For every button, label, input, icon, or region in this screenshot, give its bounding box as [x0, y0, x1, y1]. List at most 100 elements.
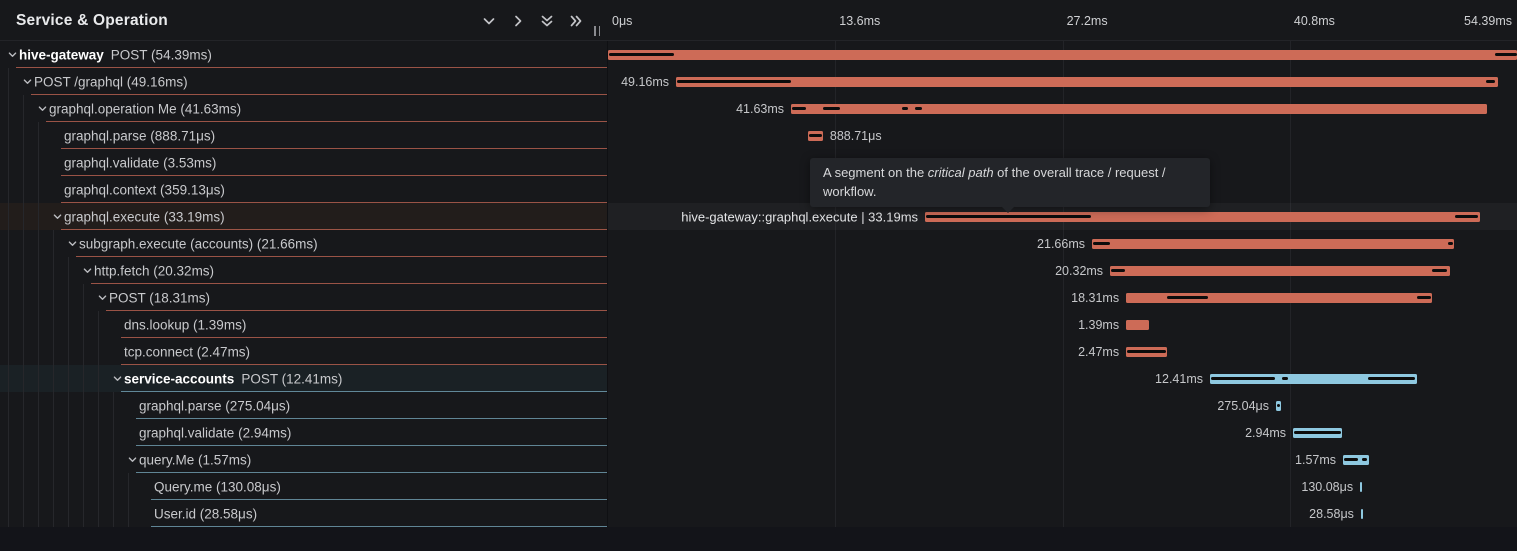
critical-path-segment — [1111, 269, 1125, 272]
span-row[interactable]: POST /graphql (49.16ms)49.16ms — [0, 68, 1517, 95]
indent-guide — [53, 311, 54, 338]
indent-guide — [68, 446, 69, 473]
chevron-right-icon[interactable] — [509, 12, 526, 29]
critical-path-segment — [902, 107, 908, 110]
span-name-label: graphql.validate (2.94ms) — [139, 425, 291, 440]
indent-guide — [38, 446, 39, 473]
indent-guide — [98, 338, 99, 365]
critical-path-segment — [823, 107, 840, 110]
span-row[interactable]: http.fetch (20.32ms)20.32ms — [0, 257, 1517, 284]
indent-guide — [38, 311, 39, 338]
span-duration-text: hive-gateway::graphql.execute | 33.19ms — [681, 209, 918, 224]
span-duration-text: 275.04μs — [1217, 399, 1269, 413]
tooltip-caret — [1001, 206, 1015, 213]
critical-path-segment — [926, 215, 1091, 218]
span-row[interactable]: tcp.connect (2.47ms)2.47ms — [0, 338, 1517, 365]
axis-tick-label: 54.39ms — [1464, 0, 1512, 41]
indent-guide — [53, 230, 54, 257]
indent-guide — [8, 338, 9, 365]
span-row[interactable]: query.Me (1.57ms)1.57ms — [0, 446, 1517, 473]
chevron-down-icon[interactable] — [126, 454, 138, 466]
span-duration-bar[interactable] — [1360, 482, 1362, 492]
indent-guide — [8, 284, 9, 311]
chevron-down-icon[interactable] — [96, 292, 108, 304]
indent-guide — [53, 284, 54, 311]
span-duration-bar[interactable] — [1293, 428, 1342, 438]
span-row[interactable]: graphql.validate (2.94ms) 2.94ms — [0, 419, 1517, 446]
span-duration-bar[interactable] — [808, 131, 823, 141]
critical-path-segment — [1495, 53, 1517, 56]
span-duration-text: 21.66ms — [1037, 237, 1085, 251]
indent-guide — [8, 68, 9, 95]
span-row[interactable]: service-accountsPOST (12.41ms)12.41ms — [0, 365, 1517, 392]
span-duration-text: 12.41ms — [1155, 372, 1203, 386]
span-row[interactable]: POST (18.31ms)18.31ms — [0, 284, 1517, 311]
chevron-down-icon[interactable] — [66, 238, 78, 250]
span-row[interactable]: subgraph.execute (accounts) (21.66ms)21.… — [0, 230, 1517, 257]
double-chevron-down-icon[interactable] — [538, 12, 555, 29]
span-duration-bar[interactable] — [1126, 320, 1149, 330]
tooltip-text-emphasis: critical path — [928, 165, 994, 180]
double-chevron-right-icon[interactable] — [567, 12, 584, 29]
indent-guide — [83, 446, 84, 473]
axis-tick-label: 0μs — [612, 0, 632, 41]
indent-guide — [38, 419, 39, 446]
indent-guide — [38, 176, 39, 203]
span-duration-bar[interactable] — [925, 212, 1480, 222]
span-duration-bar[interactable] — [1361, 509, 1363, 519]
chevron-down-icon[interactable] — [36, 103, 48, 115]
indent-guide — [23, 446, 24, 473]
span-row[interactable]: graphql.parse (275.04μs)275.04μs — [0, 392, 1517, 419]
span-name-label: graphql.execute (33.19ms) — [64, 209, 225, 224]
span-row[interactable]: graphql.operation Me (41.63ms)41.63ms — [0, 95, 1517, 122]
span-duration-bar[interactable] — [1110, 266, 1450, 276]
indent-guide — [53, 473, 54, 500]
indent-guide — [23, 176, 24, 203]
chevron-down-icon[interactable] — [51, 211, 63, 223]
span-duration-bar[interactable] — [1126, 347, 1167, 357]
span-duration-bar[interactable] — [1210, 374, 1417, 384]
span-row[interactable]: Query.me (130.08μs)130.08μs — [0, 473, 1517, 500]
indent-guide — [68, 419, 69, 446]
span-duration-text: 2.94ms — [1245, 426, 1286, 440]
span-duration-text: 888.71μs — [830, 129, 882, 143]
indent-guide — [8, 122, 9, 149]
chevron-down-icon[interactable] — [6, 49, 18, 61]
indent-guide — [98, 365, 99, 392]
service-name: service-accounts — [124, 371, 234, 386]
span-duration-bar[interactable] — [1092, 239, 1454, 249]
span-row[interactable]: dns.lookup (1.39ms)1.39ms — [0, 311, 1517, 338]
span-row[interactable]: hive-gatewayPOST (54.39ms) — [0, 41, 1517, 68]
indent-guide — [38, 122, 39, 149]
indent-guide — [8, 311, 9, 338]
indent-guide — [68, 338, 69, 365]
chevron-down-icon[interactable] — [21, 76, 33, 88]
span-name-label: http.fetch (20.32ms) — [94, 263, 214, 278]
span-duration-bar[interactable] — [676, 77, 1498, 87]
span-row[interactable]: graphql.context (359.13μs)359.13μs — [0, 176, 1517, 203]
span-row[interactable]: User.id (28.58μs)28.58μs — [0, 500, 1517, 527]
span-row[interactable]: graphql.validate (3.53ms)3.53ms — [0, 149, 1517, 176]
chevron-down-icon[interactable] — [81, 265, 93, 277]
panel-resize-handle[interactable] — [594, 26, 600, 36]
indent-guide — [38, 365, 39, 392]
span-duration-bar[interactable] — [608, 50, 1517, 60]
chevron-down-icon[interactable] — [480, 12, 497, 29]
indent-guide — [23, 122, 24, 149]
indent-guide — [23, 203, 24, 230]
critical-path-segment — [809, 134, 821, 137]
span-row[interactable]: graphql.execute (33.19ms) hive-gateway::g… — [0, 203, 1517, 230]
span-duration-bar[interactable] — [1276, 401, 1281, 411]
indent-guide — [98, 419, 99, 446]
span-duration-bar[interactable] — [1343, 455, 1369, 465]
span-duration-bar[interactable] — [1126, 293, 1432, 303]
indent-guide — [38, 500, 39, 527]
span-row[interactable]: graphql.parse (888.71μs)888.71μs — [0, 122, 1517, 149]
tooltip-text-post: of the overall trace / request / — [994, 165, 1166, 180]
chevron-down-icon[interactable] — [111, 373, 123, 385]
indent-guide — [53, 392, 54, 419]
indent-guide — [38, 257, 39, 284]
span-name-label: hive-gatewayPOST (54.39ms) — [19, 47, 212, 62]
span-duration-bar[interactable] — [791, 104, 1487, 114]
indent-guide — [23, 311, 24, 338]
